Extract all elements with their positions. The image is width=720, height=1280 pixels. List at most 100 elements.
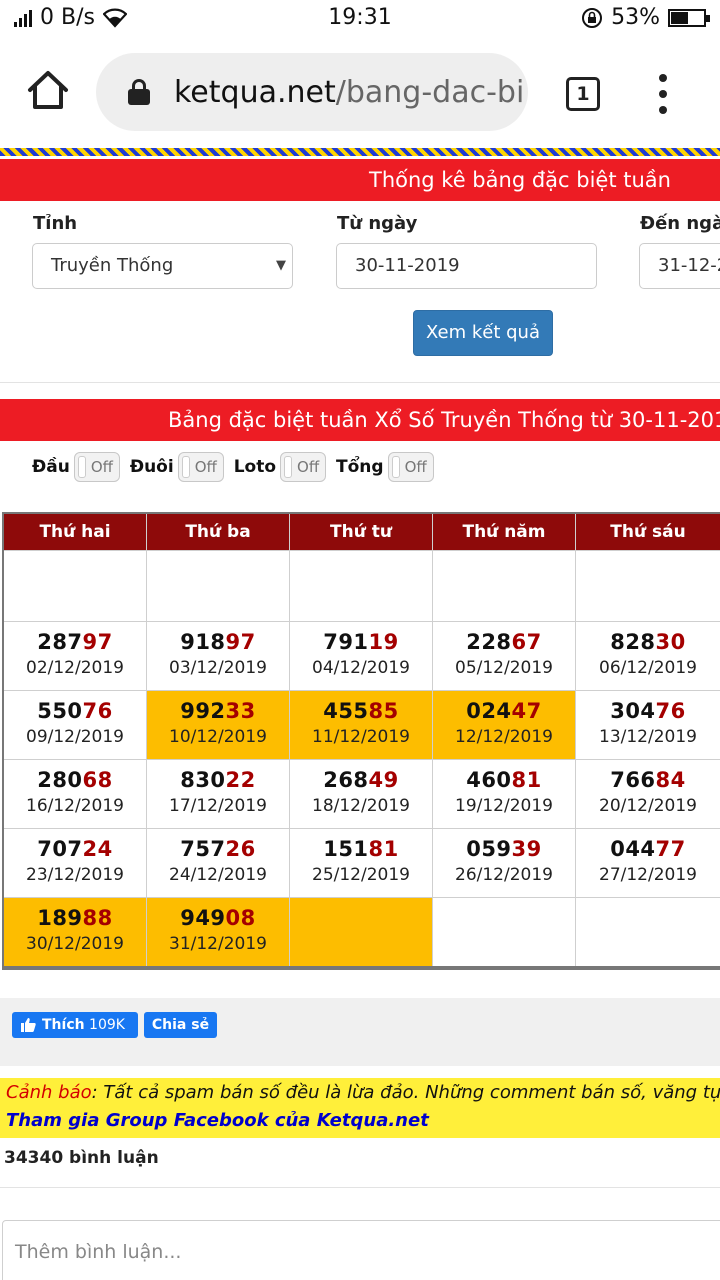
special-prize-number: 04477 [576, 829, 720, 861]
number-tail: 97 [82, 630, 113, 654]
number-head: 949 [180, 906, 226, 930]
to-date-label: Đến ngày [640, 213, 720, 234]
number-head: 189 [37, 906, 83, 930]
draw-date: 02/12/2019 [26, 658, 124, 678]
number-tail: 85 [368, 699, 399, 723]
from-date-label: Từ ngày [337, 213, 418, 234]
number-tail: 49 [368, 768, 399, 792]
number-tail: 97 [225, 630, 256, 654]
calendar-grid: Thứ hai Thứ ba Thứ tư Thứ năm Thứ sáu 28797 02… [4, 514, 720, 966]
day-header: Thứ năm [433, 514, 575, 550]
special-prize-number: 45585 [290, 691, 432, 723]
draw-date: 03/12/2019 [169, 658, 267, 678]
empty-cell [290, 898, 432, 966]
number-tail: 77 [655, 837, 686, 861]
facebook-share-button[interactable]: Chia sẻ [144, 1012, 217, 1038]
draw-date: 31/12/2019 [169, 934, 267, 954]
day-header: Thứ hai [4, 514, 146, 550]
home-icon[interactable] [26, 68, 70, 112]
draw-date: 26/12/2019 [455, 865, 553, 885]
lock-icon [128, 79, 150, 105]
number-head: 830 [180, 768, 226, 792]
draw-date: 13/12/2019 [599, 727, 697, 747]
toggle-label-tong: Tổng [336, 457, 384, 477]
result-cell: 76684 20/12/2019 [576, 760, 720, 828]
url-host: ketqua.net [174, 74, 336, 110]
comment-count: 34340 bình luận [4, 1148, 159, 1168]
comment-input[interactable]: Thêm bình luận... [2, 1220, 720, 1280]
toggle-loto[interactable]: Off [280, 452, 327, 482]
toggle-dau[interactable]: Off [73, 452, 120, 482]
number-tail: 22 [225, 768, 256, 792]
special-prize-number: 91897 [147, 622, 289, 654]
toggle-duoi[interactable]: Off [177, 452, 224, 482]
number-head: 918 [180, 630, 226, 654]
special-prize-number: 83022 [147, 760, 289, 792]
number-head: 992 [180, 699, 226, 723]
page-heading-bar: Thống kê bảng đặc biệt tuần [0, 159, 720, 201]
empty-cell [433, 551, 575, 621]
number-head: 228 [466, 630, 512, 654]
draw-date: 10/12/2019 [169, 727, 267, 747]
toggle-label-dau: Đầu [32, 457, 70, 477]
facebook-group-link[interactable]: Tham gia Group Facebook của Ketqua.net [6, 1110, 429, 1131]
result-cell: 22867 05/12/2019 [433, 622, 575, 690]
address-bar[interactable]: ketqua.net/bang-dac-bi [96, 53, 528, 131]
number-head: 044 [610, 837, 656, 861]
number-tail: 76 [655, 699, 686, 723]
from-date-input[interactable]: 30-11-2019 [336, 243, 597, 289]
draw-date: 06/12/2019 [599, 658, 697, 678]
day-header: Thứ ba [147, 514, 289, 550]
result-cell: 28797 02/12/2019 [4, 622, 146, 690]
result-cell: 55076 09/12/2019 [4, 691, 146, 759]
thumbs-up-icon [21, 1018, 36, 1032]
battery-percent: 53% [611, 5, 660, 30]
tab-switcher-button[interactable]: 1 [566, 77, 600, 111]
result-cell: 04477 27/12/2019 [576, 829, 720, 897]
number-tail: 67 [511, 630, 542, 654]
result-cell: 30476 13/12/2019 [576, 691, 720, 759]
number-tail: 39 [511, 837, 542, 861]
web-page: Thống kê bảng đặc biệt tuần Tỉnh Truyền … [0, 142, 720, 1280]
warning-text: : Tất cả spam bán số đều là lừa đảo. Nhữ… [91, 1082, 720, 1103]
result-cell: 15181 25/12/2019 [290, 829, 432, 897]
result-cell: 83022 17/12/2019 [147, 760, 289, 828]
number-head: 287 [37, 630, 83, 654]
number-tail: 30 [655, 630, 686, 654]
special-prize-table: Thứ hai Thứ ba Thứ tư Thứ năm Thứ sáu 28797 02… [2, 512, 720, 970]
number-head: 304 [610, 699, 656, 723]
result-cell: 75726 24/12/2019 [147, 829, 289, 897]
draw-date: 19/12/2019 [455, 796, 553, 816]
province-select[interactable]: Truyền Thống ▼ [32, 243, 293, 289]
special-prize-number: 30476 [576, 691, 720, 723]
display-toggles: Đầu Off Đuôi Off Loto Off Tổng Off [32, 450, 434, 484]
view-results-button[interactable]: Xem kết quả [413, 310, 553, 356]
day-header: Thứ tư [290, 514, 432, 550]
toggle-label-loto: Loto [233, 457, 277, 477]
from-date-value: 30-11-2019 [355, 255, 460, 276]
toggle-tong[interactable]: Off [387, 452, 434, 482]
page-heading: Thống kê bảng đặc biệt tuần [369, 168, 671, 192]
special-prize-number: 05939 [433, 829, 575, 861]
special-prize-number: 79119 [290, 622, 432, 654]
draw-date: 09/12/2019 [26, 727, 124, 747]
empty-cell [433, 898, 575, 966]
draw-date: 18/12/2019 [312, 796, 410, 816]
result-cell: 99233 10/12/2019 [147, 691, 289, 759]
dropdown-arrow-icon: ▼ [276, 258, 286, 273]
province-label: Tỉnh [33, 213, 78, 234]
draw-date: 12/12/2019 [455, 727, 553, 747]
empty-cell [147, 551, 289, 621]
number-tail: 26 [225, 837, 256, 861]
number-tail: 24 [82, 837, 113, 861]
result-cell: 46081 19/12/2019 [433, 760, 575, 828]
draw-date: 05/12/2019 [455, 658, 553, 678]
to-date-input[interactable]: 31-12-2 [639, 243, 720, 289]
facebook-like-button[interactable]: Thích 109K [12, 1012, 138, 1038]
draw-date: 11/12/2019 [312, 727, 410, 747]
to-date-value: 31-12-2 [658, 255, 720, 276]
results-heading: Bảng đặc biệt tuần Xổ Số Truyền Thống từ… [168, 408, 720, 432]
overflow-menu-icon[interactable] [652, 74, 674, 114]
draw-date: 17/12/2019 [169, 796, 267, 816]
special-prize-number: 82830 [576, 622, 720, 654]
